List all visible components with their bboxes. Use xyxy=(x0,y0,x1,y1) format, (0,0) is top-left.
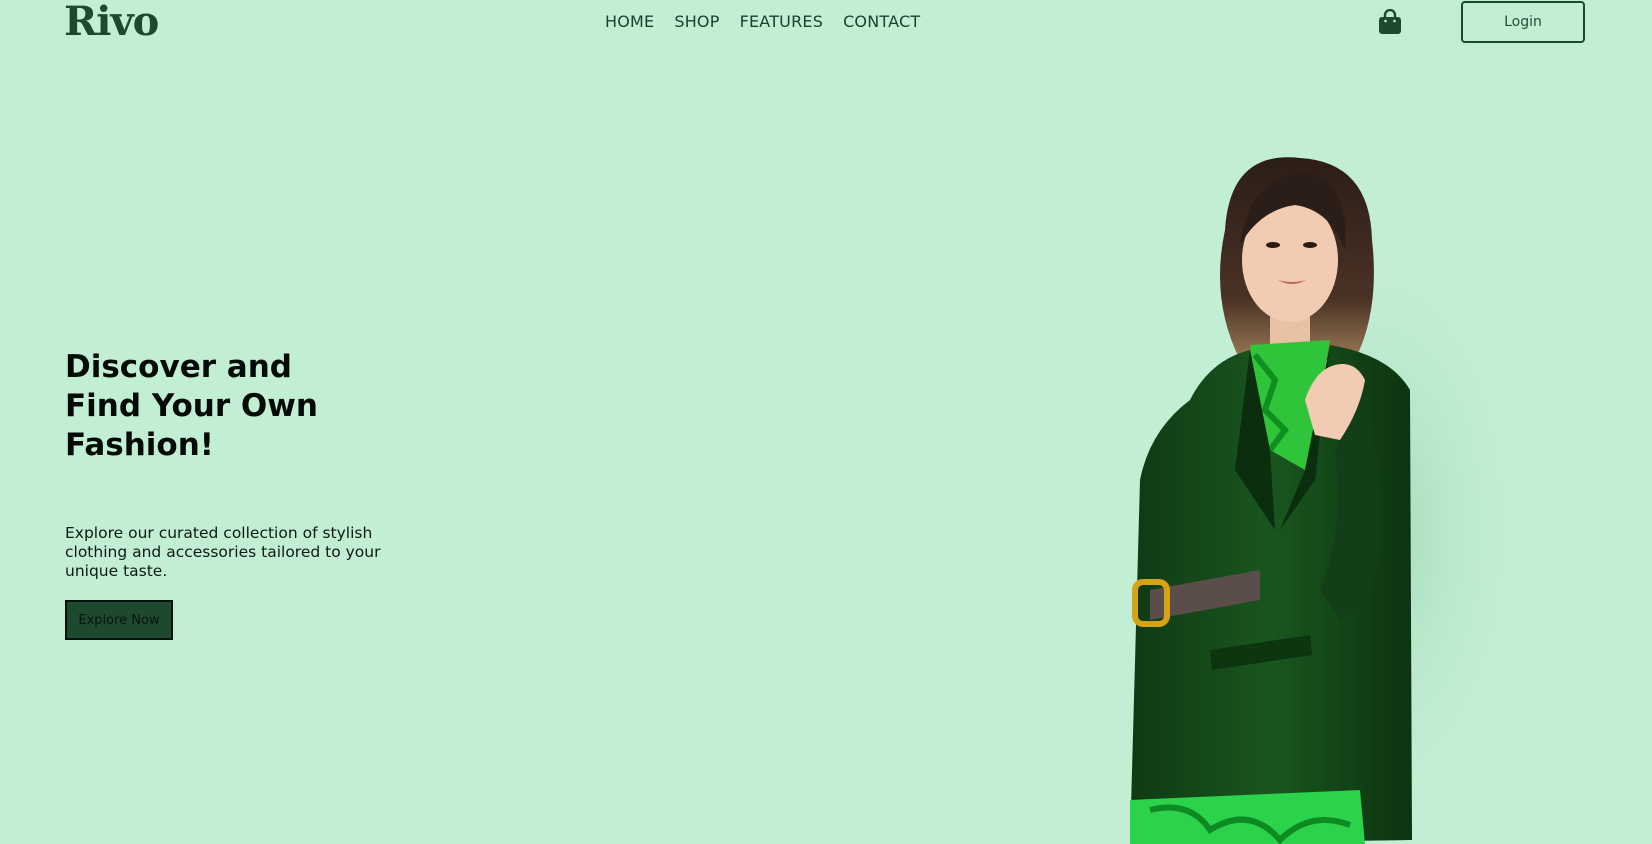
brand-logo[interactable]: Rivo xyxy=(64,0,159,44)
landing-page: Rivo HOME SHOP FEATURES CONTACT Login Di… xyxy=(0,0,1652,844)
hero-title-line: Find Your Own xyxy=(65,388,318,424)
hero-title: Discover and Find Your Own Fashion! xyxy=(65,348,425,465)
hero-description: Explore our curated collection of stylis… xyxy=(65,524,381,580)
hero-title-line: Discover and xyxy=(65,349,292,385)
nav-item-features[interactable]: FEATURES xyxy=(740,11,823,33)
nav-item-home[interactable]: HOME xyxy=(605,11,654,33)
hero-title-line: Fashion! xyxy=(65,427,214,463)
shopping-bag-icon[interactable] xyxy=(1378,8,1402,35)
login-button[interactable]: Login xyxy=(1461,1,1585,43)
nav-item-contact[interactable]: CONTACT xyxy=(843,11,920,33)
nav-item-shop[interactable]: SHOP xyxy=(674,11,719,33)
main-nav: HOME SHOP FEATURES CONTACT xyxy=(605,11,920,33)
fashion-model-image xyxy=(1130,157,1530,844)
explore-now-button[interactable]: Explore Now xyxy=(65,600,173,640)
